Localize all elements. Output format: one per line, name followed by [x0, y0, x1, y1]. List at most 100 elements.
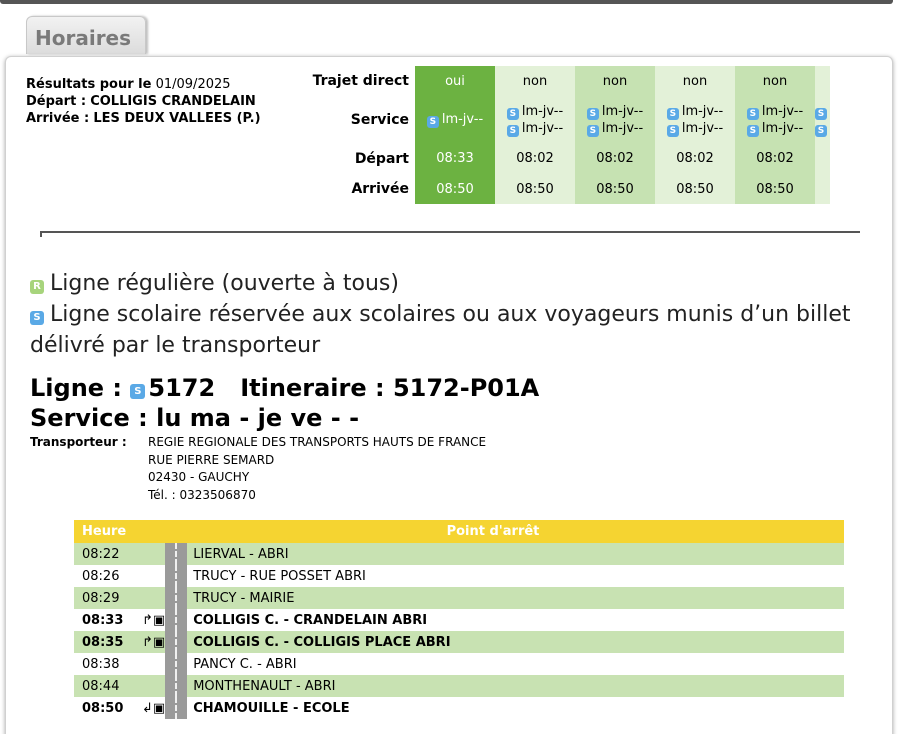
result-info: Résultats pour le 01/09/2025 Départ : CO…	[26, 76, 261, 127]
route-rail	[165, 543, 188, 565]
board-bus-icon: ↱▣	[142, 634, 166, 650]
school-line-icon: S	[666, 124, 679, 137]
stop-row: 08:50 ↲▣ CHAMOUILLE - ECOLE	[74, 697, 844, 719]
trip-partial-cell	[815, 143, 830, 174]
row-label-direct: Trajet direct	[312, 73, 409, 89]
school-line-icon: S	[815, 124, 827, 137]
school-line-icon: S	[586, 107, 599, 120]
stop-icon-cell: ↱▣	[142, 609, 166, 631]
trip-arrivee-cell[interactable]: 08:50	[415, 174, 495, 204]
alight-bus-icon: ↲▣	[142, 700, 166, 716]
stop-time: 08:50	[74, 697, 142, 719]
date-label: Résultats pour le	[26, 77, 152, 92]
stop-icon-cell	[142, 587, 166, 609]
row-label-depart: Départ	[354, 150, 409, 167]
trip-depart-cell[interactable]: 08:33	[415, 143, 495, 174]
stop-time: 08:38	[74, 653, 142, 675]
stop-row: 08:33 ↱▣ COLLIGIS C. - CRANDELAIN ABRI	[74, 609, 844, 631]
stops-header-stop: Point d'arrêt	[142, 520, 844, 543]
trip-arrivee-cell[interactable]: 08:50	[575, 174, 655, 204]
trip-options-table: Trajet direct oui non non non non Servic…	[300, 66, 830, 204]
trip-arrivee-cell[interactable]: 08:50	[655, 174, 735, 204]
trip-direct-cell[interactable]: non	[495, 66, 575, 96]
stop-time: 08:35	[74, 631, 142, 653]
legend-school: Ligne scolaire réservée aux scolaires ou…	[30, 302, 851, 358]
school-line-icon: S	[746, 107, 759, 120]
route-rail	[165, 697, 188, 719]
itineraire-value: 5172-P01A	[392, 374, 540, 402]
trip-depart-cell[interactable]: 08:02	[655, 143, 735, 174]
trip-service-cell[interactable]: Slm-jv-- Slm-jv--	[735, 96, 815, 143]
trip-partial-cell	[815, 174, 830, 204]
trip-service-cell[interactable]: Slm-jv-- Slm-jv--	[495, 96, 575, 143]
stop-icon-cell	[142, 675, 166, 697]
tab-horaires-label: Horaires	[35, 26, 132, 50]
trip-arrivee-cell[interactable]: 08:50	[495, 174, 575, 204]
stop-row: 08:26 TRUCY - RUE POSSET ABRI	[74, 565, 844, 587]
stop-name[interactable]: MONTHENAULT - ABRI	[187, 675, 844, 697]
school-line-icon: S	[426, 116, 439, 128]
trip-service-cell[interactable]: Slm-jv-- Slm-jv--	[655, 96, 735, 143]
trip-arrivee-cell[interactable]: 08:50	[735, 174, 815, 204]
section-divider	[40, 231, 860, 237]
school-line-icon: S	[506, 107, 519, 120]
stop-row: 08:35 ↱▣ COLLIGIS C. - COLLIGIS PLACE ABRI	[74, 631, 844, 653]
route-rail	[165, 609, 188, 631]
line-title: Ligne : S 5172 Itineraire : 5172-P01A	[30, 374, 540, 402]
trip-partial-cell: S S	[815, 96, 830, 143]
tab-horaires[interactable]: Horaires	[26, 16, 146, 54]
school-line-icon: S	[506, 124, 519, 137]
stop-name[interactable]: CHAMOUILLE - ECOLE	[187, 697, 844, 719]
trip-direct-cell[interactable]: non	[575, 66, 655, 96]
row-label-service: Service	[350, 111, 409, 128]
transporteur-city: 02430 - GAUCHY	[148, 470, 250, 484]
stop-row: 08:38 PANCY C. - ABRI	[74, 653, 844, 675]
stop-name[interactable]: TRUCY - MAIRIE	[187, 587, 844, 609]
stop-icon-cell: ↲▣	[142, 697, 166, 719]
trip-direct-cell[interactable]: non	[735, 66, 815, 96]
legend-regular: Ligne régulière (ouverte à tous)	[50, 271, 399, 296]
route-rail	[165, 675, 188, 697]
legend: R Ligne régulière (ouverte à tous) S Ligne…	[30, 268, 870, 361]
transporteur-label: Transporteur :	[30, 435, 127, 449]
stop-name[interactable]: PANCY C. - ABRI	[187, 653, 844, 675]
board-bus-icon: ↱▣	[142, 612, 166, 628]
trip-service-cell[interactable]: Slm-jv-- Slm-jv--	[575, 96, 655, 143]
trip-depart-cell[interactable]: 08:02	[735, 143, 815, 174]
row-label-arrivee: Arrivée	[351, 181, 409, 197]
stop-row: 08:29 TRUCY - MAIRIE	[74, 587, 844, 609]
trip-partial-cell	[815, 66, 830, 96]
arrivee-label: Arrivée :	[26, 111, 90, 126]
stop-icon-cell: ↱▣	[142, 631, 166, 653]
service-value: lu ma - je ve - -	[156, 404, 360, 432]
stop-time: 08:22	[74, 543, 142, 565]
stop-name[interactable]: LIERVAL - ABRI	[187, 543, 844, 565]
stop-icon-cell	[142, 653, 166, 675]
trip-service-cell[interactable]: Slm-jv--	[415, 96, 495, 143]
trip-direct-cell[interactable]: non	[655, 66, 735, 96]
stop-icon-cell	[142, 543, 166, 565]
stop-name[interactable]: TRUCY - RUE POSSET ABRI	[187, 565, 844, 587]
transporteur-name: REGIE REGIONALE DES TRANSPORTS HAUTS DE …	[148, 435, 487, 449]
trip-depart-cell[interactable]: 08:02	[495, 143, 575, 174]
route-rail	[165, 587, 188, 609]
stop-row: 08:22 LIERVAL - ABRI	[74, 543, 844, 565]
school-line-icon: S	[30, 311, 44, 325]
trip-direct-cell[interactable]: oui	[415, 66, 495, 96]
arrivee-value: LES DEUX VALLEES (P.)	[93, 111, 261, 126]
stop-name[interactable]: COLLIGIS C. - CRANDELAIN ABRI	[187, 609, 844, 631]
stop-time: 08:33	[74, 609, 142, 631]
stop-name[interactable]: COLLIGIS C. - COLLIGIS PLACE ABRI	[187, 631, 844, 653]
line-number: 5172	[148, 374, 216, 402]
school-line-icon: S	[815, 107, 827, 120]
transporteur-street: RUE PIERRE SEMARD	[148, 452, 275, 467]
result-date: 01/09/2025	[155, 77, 231, 92]
transporteur-phone: Tél. : 0323506870	[148, 487, 256, 502]
trip-depart-cell[interactable]: 08:02	[575, 143, 655, 174]
regular-line-icon: R	[30, 280, 44, 294]
stop-time: 08:26	[74, 565, 142, 587]
stop-icon-cell	[142, 565, 166, 587]
school-line-icon: S	[130, 384, 146, 399]
route-rail	[165, 653, 188, 675]
route-rail	[165, 631, 188, 653]
